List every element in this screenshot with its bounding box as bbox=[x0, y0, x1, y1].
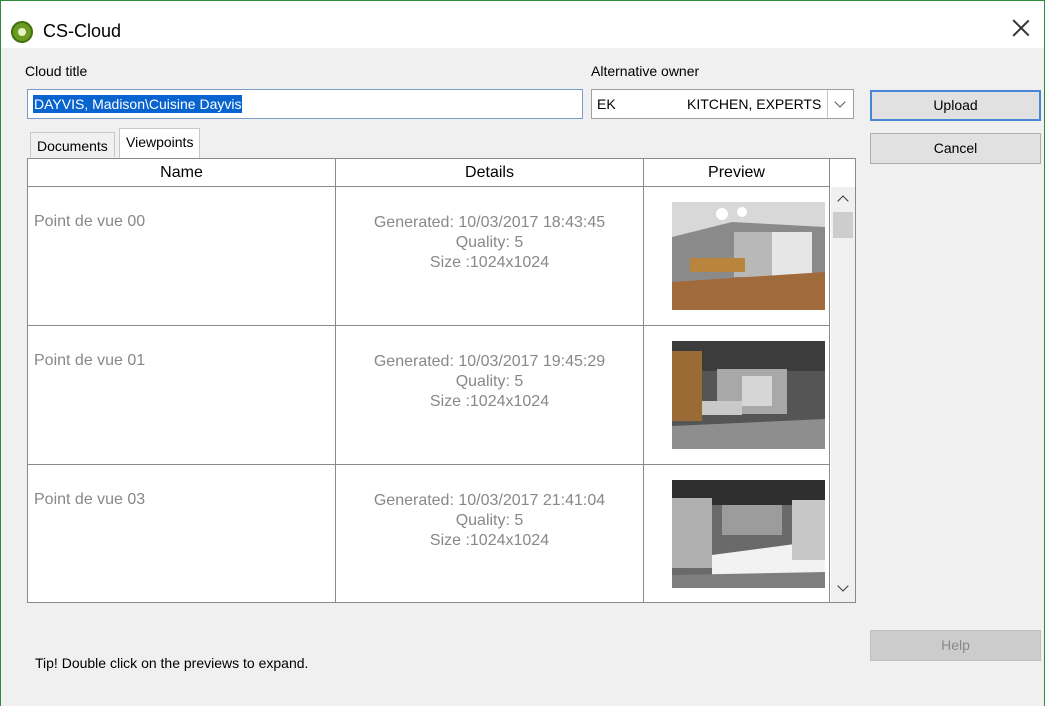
tip-text: Tip! Double click on the previews to exp… bbox=[35, 655, 309, 671]
name-cell: Point de vue 01 bbox=[28, 326, 336, 464]
generated-text: Generated: 10/03/2017 18:43:45 bbox=[373, 214, 606, 231]
close-icon[interactable] bbox=[1010, 17, 1032, 39]
column-header-preview[interactable]: Preview bbox=[644, 159, 830, 187]
cloud-title-label: Cloud title bbox=[25, 63, 88, 79]
size-text: Size :1024x1024 bbox=[429, 393, 550, 410]
column-header-name[interactable]: Name bbox=[28, 159, 336, 187]
size-text: Size :1024x1024 bbox=[429, 254, 550, 271]
name-cell: Point de vue 03 bbox=[28, 465, 336, 602]
cs-cloud-logo-icon bbox=[11, 21, 33, 43]
tab-viewpoints[interactable]: Viewpoints bbox=[119, 128, 201, 158]
vertical-scrollbar[interactable] bbox=[831, 187, 855, 602]
cloud-title-input[interactable]: DAYVIS, Madison\Cuisine Dayvis bbox=[27, 89, 583, 119]
name-cell: Point de vue 00 bbox=[28, 187, 336, 325]
quality-text: Quality: 5 bbox=[455, 512, 524, 529]
viewpoint-name: Point de vue 00 bbox=[34, 213, 146, 230]
chevron-down-icon[interactable] bbox=[827, 90, 853, 118]
upload-button[interactable]: Upload bbox=[870, 90, 1041, 121]
viewpoint-name: Point de vue 01 bbox=[34, 352, 146, 369]
preview-thumbnail[interactable] bbox=[672, 341, 825, 449]
details-cell: Generated: 10/03/2017 18:43:45 Quality: … bbox=[336, 187, 644, 325]
preview-cell bbox=[644, 187, 830, 325]
tab-documents[interactable]: Documents bbox=[30, 132, 115, 157]
table-row[interactable]: Point de vue 01 Generated: 10/03/2017 19… bbox=[28, 326, 830, 465]
title-bar: CS-Cloud bbox=[1, 1, 1044, 48]
preview-cell bbox=[644, 465, 830, 602]
quality-text: Quality: 5 bbox=[455, 234, 524, 251]
viewpoint-name: Point de vue 03 bbox=[34, 491, 146, 508]
details-cell: Generated: 10/03/2017 21:41:04 Quality: … bbox=[336, 465, 644, 602]
table-row[interactable]: Point de vue 03 Generated: 10/03/2017 21… bbox=[28, 465, 830, 602]
table-row[interactable]: Point de vue 00 Generated: 10/03/2017 18… bbox=[28, 187, 830, 326]
quality-text: Quality: 5 bbox=[455, 373, 524, 390]
window-title: CS-Cloud bbox=[43, 21, 122, 41]
owner-name: KITCHEN, EXPERTS bbox=[687, 96, 822, 112]
preview-thumbnail[interactable] bbox=[672, 202, 825, 310]
cancel-button[interactable]: Cancel bbox=[870, 133, 1041, 164]
preview-cell bbox=[644, 326, 830, 464]
generated-text: Generated: 10/03/2017 21:41:04 bbox=[373, 492, 606, 509]
generated-text: Generated: 10/03/2017 19:45:29 bbox=[373, 353, 606, 370]
scrollbar-thumb[interactable] bbox=[833, 212, 853, 238]
chevron-down-icon[interactable] bbox=[835, 582, 851, 596]
column-header-details[interactable]: Details bbox=[336, 159, 644, 187]
viewpoints-grid: Name Details Preview Point de vue 00 Gen… bbox=[27, 158, 856, 603]
alternative-owner-select[interactable]: EK KITCHEN, EXPERTS bbox=[591, 89, 854, 119]
cs-cloud-dialog: CS-Cloud Cloud title DAYVIS, Madison\Cui… bbox=[0, 0, 1045, 706]
owner-code: EK bbox=[597, 96, 616, 112]
details-cell: Generated: 10/03/2017 19:45:29 Quality: … bbox=[336, 326, 644, 464]
cloud-title-value: DAYVIS, Madison\Cuisine Dayvis bbox=[33, 95, 243, 113]
alternative-owner-label: Alternative owner bbox=[591, 63, 700, 79]
preview-thumbnail[interactable] bbox=[672, 480, 825, 588]
size-text: Size :1024x1024 bbox=[429, 532, 550, 549]
chevron-up-icon[interactable] bbox=[835, 193, 851, 207]
help-button[interactable]: Help bbox=[870, 630, 1041, 661]
